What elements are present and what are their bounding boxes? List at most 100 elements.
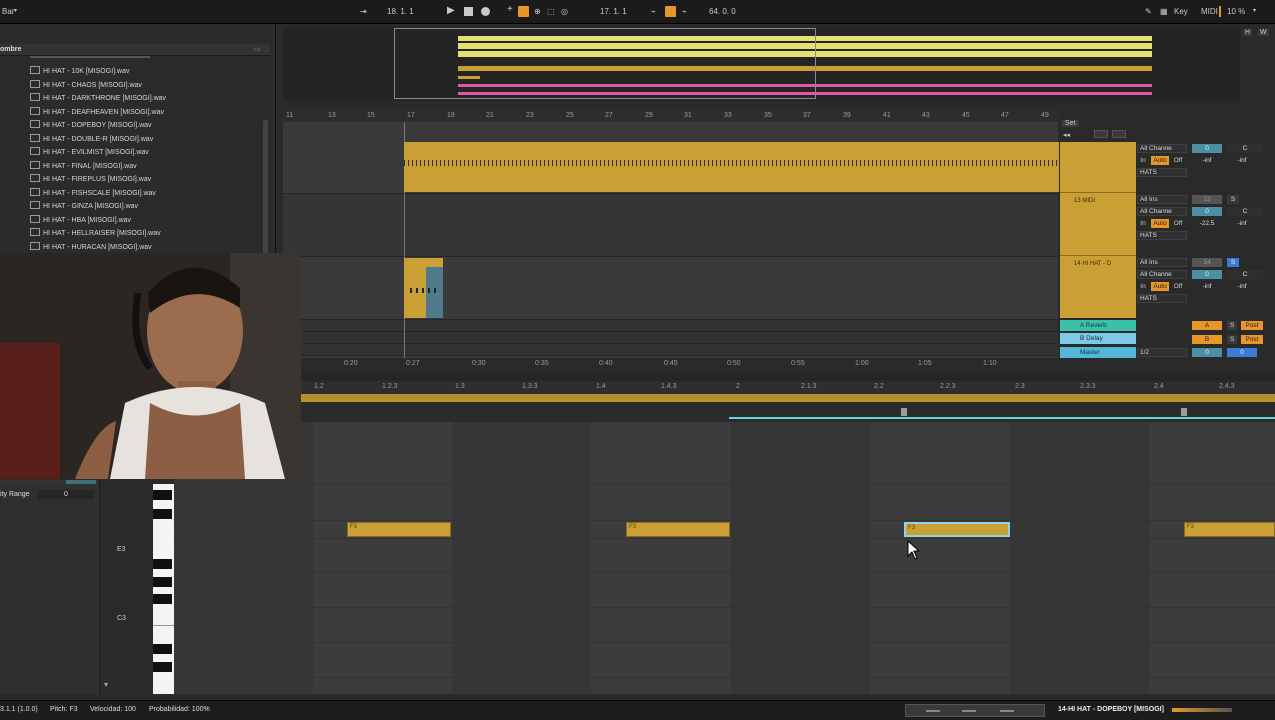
capture-icon[interactable]: ⬚ [547, 7, 555, 16]
lock-icon[interactable] [1112, 130, 1126, 138]
browser-column-header[interactable]: ombre ▭ [0, 44, 270, 56]
punch-in-icon[interactable]: ⌁ [651, 7, 656, 16]
prev-locator-icon[interactable]: ◂◂ [1063, 131, 1070, 139]
overview-view-box[interactable] [394, 28, 816, 99]
list-item[interactable]: HI HAT - EVILMIST [MISOGI].wav [30, 147, 270, 160]
midi-note[interactable]: F3 [1184, 522, 1275, 537]
bar-ruler[interactable]: 11 13 15 17 19 21 23 25 27 29 31 33 35 3… [283, 110, 1058, 122]
pre-post-button[interactable]: Post [1241, 335, 1263, 344]
volume-field[interactable]: 0 [1192, 207, 1222, 216]
keyboard-icon[interactable]: ▦ [1160, 7, 1168, 16]
track-activator[interactable]: 14 [1192, 258, 1222, 267]
punch-out-icon[interactable]: ⌁ [682, 7, 687, 16]
list-item[interactable]: HI HAT - DOPEBOY [MISOGI].wav [30, 120, 270, 133]
midi-note-selected[interactable]: F3 [904, 522, 1010, 537]
black-key[interactable] [153, 577, 172, 587]
view-switcher[interactable] [905, 704, 1045, 717]
list-item[interactable]: HI HAT - DARKTHRONE [MISOGI].wav [30, 93, 270, 106]
session-record-icon[interactable]: ⊕ [534, 7, 541, 16]
track-activator[interactable]: 13 [1192, 195, 1222, 204]
chevron-down-icon[interactable]: ▾ [1253, 7, 1256, 14]
track-lane[interactable] [283, 194, 1058, 257]
output-select[interactable]: HATS [1137, 294, 1187, 303]
bar-dropdown[interactable]: Bar [2, 7, 14, 16]
track-header-14-hi-hat[interactable]: 14 HI HAT - D [1060, 255, 1136, 318]
cue-volume-field[interactable]: 0 [1227, 348, 1257, 357]
midi-clip[interactable] [404, 258, 443, 318]
monitor-auto-button[interactable]: Auto [1151, 282, 1169, 291]
list-item[interactable]: HI HAT - DOUBLE-R [MISOGI].wav [30, 134, 270, 147]
pan-field[interactable]: C [1227, 144, 1263, 153]
track-name[interactable]: 14 HI HAT - D [1074, 261, 1111, 267]
monitor-in-button[interactable]: In [1137, 219, 1149, 228]
track-lane[interactable] [283, 257, 1058, 320]
chevron-down-icon[interactable]: ▾ [14, 7, 17, 14]
return-track-a[interactable]: A Reverb [1060, 320, 1136, 331]
output-select[interactable]: HATS [1137, 231, 1187, 240]
black-key[interactable] [153, 559, 172, 569]
master-lane[interactable] [283, 344, 1058, 356]
range-marker[interactable] [1181, 408, 1187, 416]
master-volume-field[interactable]: 0 [1192, 348, 1222, 357]
track-header-hats[interactable] [1060, 142, 1136, 192]
input-type-select[interactable]: All Ins [1137, 195, 1187, 204]
quantization-select[interactable]: 1/2 [1137, 348, 1187, 357]
record-icon[interactable] [481, 7, 490, 16]
automation-arm-icon[interactable] [518, 6, 529, 17]
monitor-in-button[interactable]: In [1137, 282, 1149, 291]
clip-beat-ruler[interactable]: 1.2 1.2.3 1.3 1.3.3 1.4 1.4.3 2 2.1.3 2.… [300, 381, 1275, 394]
overdub-icon[interactable]: + [507, 4, 513, 15]
black-key[interactable] [153, 644, 172, 654]
input-channel-select[interactable]: All Channe [1137, 207, 1187, 216]
monitor-in-button[interactable]: In [1137, 156, 1149, 165]
return-lane[interactable] [283, 320, 1058, 332]
loop-start[interactable]: 17. 1. 1 [600, 7, 627, 16]
arrangement-overview[interactable] [283, 27, 1240, 101]
clip-velocity-header[interactable] [300, 402, 1275, 422]
list-item[interactable]: HI HAT - FISHSCALE [MISOGI].wav [30, 188, 270, 201]
volume-field[interactable]: 0 [1192, 270, 1222, 279]
return-lane[interactable] [283, 332, 1058, 344]
collapse-icon[interactable]: ▭ [254, 45, 261, 53]
range-marker[interactable] [901, 408, 907, 416]
master-track[interactable]: Master [1060, 347, 1136, 358]
black-key[interactable] [153, 594, 172, 604]
set-locator-button[interactable]: Set [1062, 120, 1079, 127]
black-key[interactable] [153, 490, 172, 500]
draw-mode-icon[interactable]: ✎ [1145, 7, 1152, 16]
black-key[interactable] [153, 662, 172, 672]
midi-clip[interactable] [404, 142, 1059, 192]
time-ruler[interactable]: 0:20 0:27 0:30 0:35 0:40 0:45 0:50 0:55 … [283, 358, 1063, 370]
list-item[interactable]: HI HAT - 10K [MISOGI].wav [30, 66, 270, 79]
black-key[interactable] [153, 509, 172, 519]
pan-field[interactable]: C [1227, 207, 1263, 216]
monitor-auto-button[interactable]: Auto [1151, 156, 1169, 165]
midi-note[interactable]: F3 [347, 522, 451, 537]
monitor-auto-button[interactable]: Auto [1151, 219, 1169, 228]
midi-note[interactable]: F3 [626, 522, 730, 537]
clip-loop-bar[interactable] [300, 394, 1275, 402]
solo-button[interactable]: S [1227, 195, 1239, 204]
list-item[interactable]: HI HAT - FINAL [MISOGI].wav [30, 161, 270, 174]
midi-note-editor[interactable]: F3 F3 F3 F3 [174, 422, 1275, 694]
scroll-down-icon[interactable]: ▾ [104, 680, 108, 689]
list-item[interactable]: HI HAT - FIREPLUS [MISOGI].wav [30, 174, 270, 187]
pan-field[interactable]: C [1227, 270, 1263, 279]
follow-icon[interactable]: ⇥ [360, 7, 367, 16]
list-item[interactable]: HI HAT - HELLRAISER [MISOGI].wav [30, 228, 270, 241]
hide-show-h-button[interactable]: H [1243, 29, 1253, 36]
monitor-off-button[interactable]: Off [1171, 156, 1185, 165]
output-select[interactable]: HATS [1137, 168, 1187, 177]
input-type-select[interactable]: All Ins [1137, 258, 1187, 267]
piano-keyboard[interactable] [153, 484, 174, 694]
metronome-icon[interactable]: ◎ [561, 7, 568, 16]
velocity-range-field[interactable]: 0 [38, 490, 94, 499]
expand-icon[interactable] [1094, 130, 1108, 138]
return-b-activator[interactable]: B [1192, 335, 1222, 344]
track-name[interactable]: 13 MIDI [1074, 198, 1095, 204]
hide-show-w-button[interactable]: W [1258, 29, 1269, 36]
monitor-off-button[interactable]: Off [1171, 219, 1185, 228]
track-header-13-midi[interactable]: 13 MIDI [1060, 192, 1136, 255]
stop-icon[interactable] [464, 7, 473, 16]
loop-length[interactable]: 64. 0. 0 [709, 7, 736, 16]
